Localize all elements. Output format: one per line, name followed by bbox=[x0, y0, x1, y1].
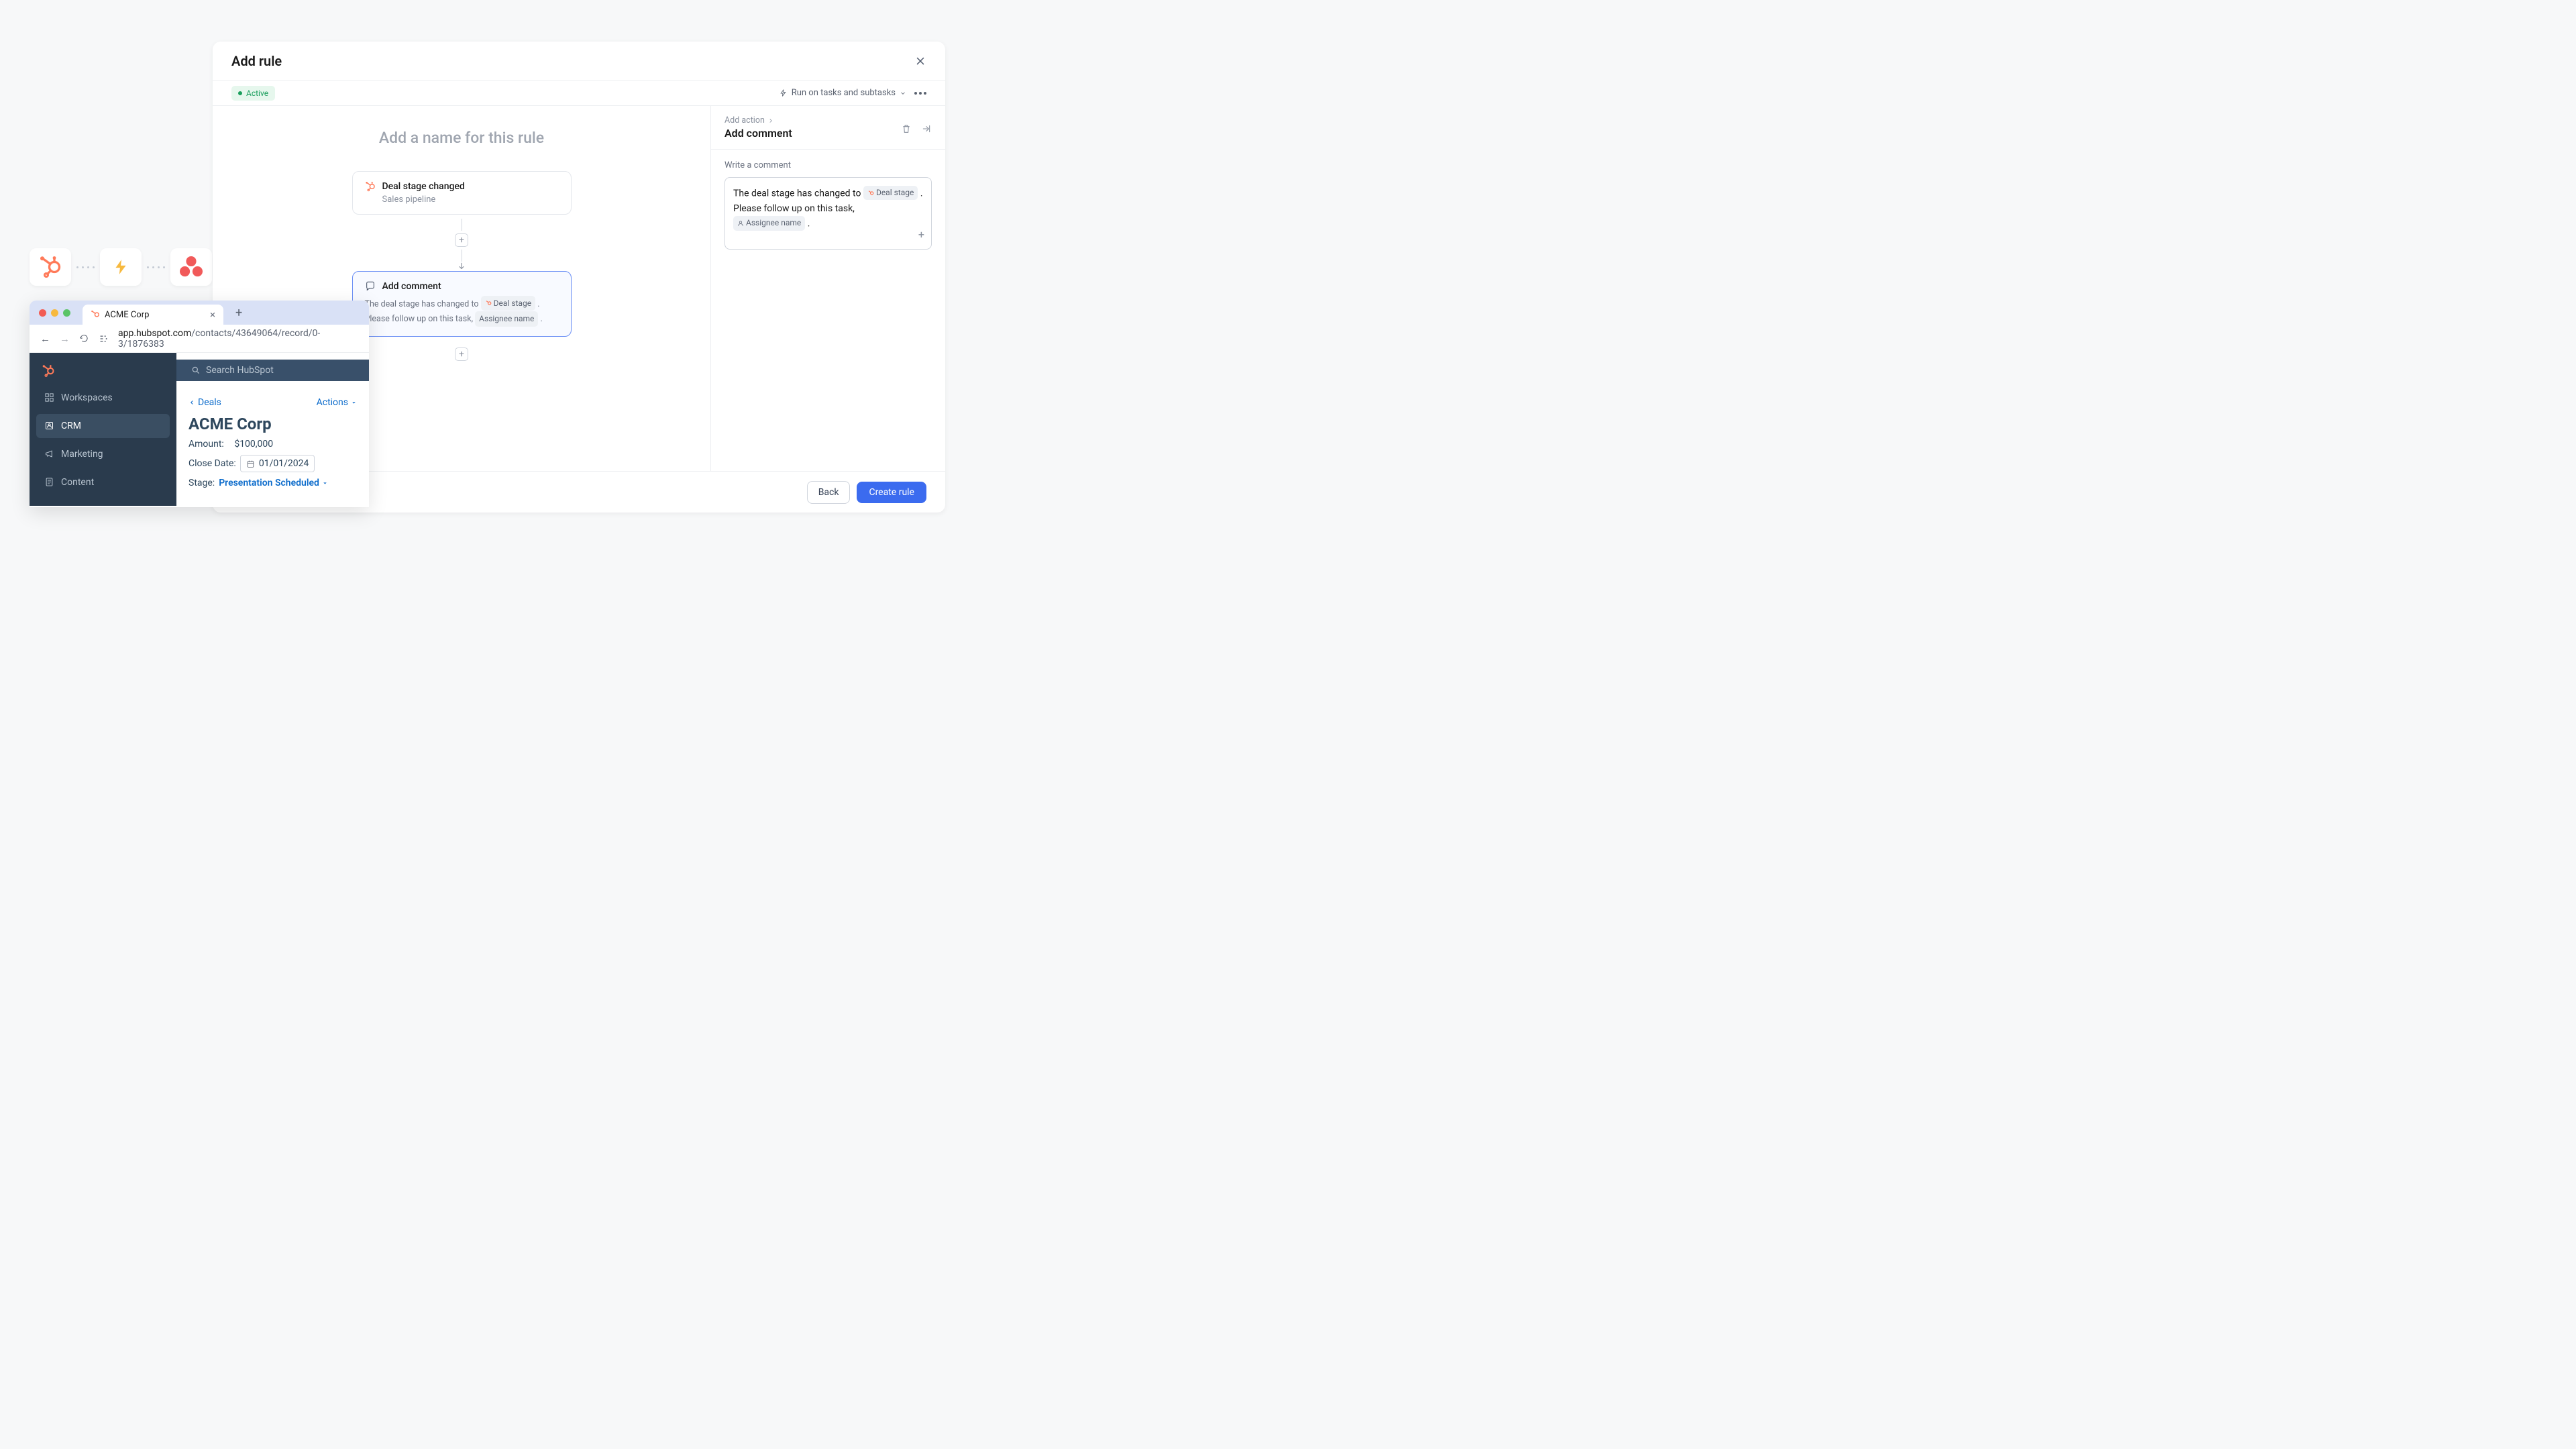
lightning-icon bbox=[112, 258, 129, 276]
assignee-token: Assignee name bbox=[475, 311, 538, 326]
close-button[interactable] bbox=[914, 54, 926, 68]
insert-token-button[interactable]: + bbox=[918, 226, 924, 244]
minimize-window-icon[interactable] bbox=[51, 309, 58, 317]
sidebar-body: Write a comment The deal stage has chang… bbox=[711, 150, 945, 260]
chevron-down-icon bbox=[900, 90, 906, 97]
trigger-title: Deal stage changed bbox=[382, 181, 465, 192]
person-icon bbox=[737, 220, 744, 227]
status-text: Active bbox=[246, 89, 268, 98]
status-dot bbox=[238, 91, 242, 95]
hubspot-icon bbox=[365, 181, 376, 192]
run-scope-label: Run on tasks and subtasks bbox=[792, 88, 896, 98]
search-wrapper: Search HubSpot bbox=[176, 360, 369, 381]
hubspot-logo[interactable] bbox=[42, 364, 170, 378]
separator-dots bbox=[76, 266, 95, 268]
hubspot-icon bbox=[38, 255, 62, 279]
close-date-field: Close Date: 01/01/2024 bbox=[189, 455, 357, 472]
trigger-card[interactable]: Deal stage changed Sales pipeline bbox=[352, 171, 572, 215]
run-scope-dropdown[interactable]: Run on tasks and subtasks bbox=[779, 88, 906, 98]
megaphone-icon bbox=[44, 449, 54, 459]
automation-tile bbox=[100, 248, 142, 286]
hubspot-sidebar: Workspaces CRM Marketing Content bbox=[30, 353, 176, 506]
forward-button[interactable]: → bbox=[60, 333, 70, 345]
asana-tile bbox=[170, 248, 212, 286]
integration-icon-row bbox=[30, 248, 212, 286]
arrow-down-icon bbox=[457, 262, 466, 271]
actions-dropdown[interactable]: Actions bbox=[317, 397, 357, 408]
deals-back-link[interactable]: Deals bbox=[189, 397, 221, 408]
tab-close-button[interactable]: × bbox=[210, 309, 215, 321]
sidebar-header: Add action Add comment bbox=[711, 106, 945, 150]
connector: + bbox=[213, 219, 710, 271]
dialog-title: Add rule bbox=[231, 53, 282, 69]
sidebar-item-marketing[interactable]: Marketing bbox=[36, 442, 170, 466]
action-sidebar: Add action Add comment Write a comment T… bbox=[710, 106, 945, 471]
trigger-subtitle: Sales pipeline bbox=[382, 195, 559, 205]
lightning-icon bbox=[779, 89, 788, 97]
close-icon bbox=[914, 55, 926, 67]
comment-icon bbox=[365, 281, 376, 292]
back-button[interactable]: ← bbox=[40, 333, 50, 345]
separator-dots bbox=[147, 266, 165, 268]
create-rule-button[interactable]: Create rule bbox=[857, 482, 926, 503]
action-card[interactable]: Add comment The deal stage has changed t… bbox=[352, 271, 572, 337]
search-icon bbox=[191, 366, 201, 375]
address-bar: ← → app.hubspot.com/contacts/43649064/re… bbox=[30, 325, 369, 353]
hubspot-icon bbox=[42, 364, 55, 378]
hubspot-app: Workspaces CRM Marketing Content bbox=[30, 353, 369, 506]
dialog-header: Add rule bbox=[213, 42, 945, 80]
url-text[interactable]: app.hubspot.com/contacts/43649064/record… bbox=[118, 328, 358, 350]
date-picker[interactable]: 01/01/2024 bbox=[240, 455, 315, 472]
dialog-subheader: Active Run on tasks and subtasks bbox=[213, 80, 945, 106]
trash-icon[interactable] bbox=[901, 123, 912, 134]
add-step-button[interactable]: + bbox=[455, 233, 468, 247]
caret-down-icon bbox=[351, 400, 357, 406]
new-tab-button[interactable]: + bbox=[235, 306, 242, 320]
stage-dropdown[interactable]: Presentation Scheduled bbox=[219, 478, 328, 488]
amount-field: Amount: $100,000 bbox=[189, 439, 357, 449]
search-input[interactable]: Search HubSpot bbox=[183, 360, 362, 381]
sidebar-item-crm[interactable]: CRM bbox=[36, 414, 170, 438]
action-body: The deal stage has changed to Deal stage… bbox=[365, 296, 559, 327]
maximize-window-icon[interactable] bbox=[63, 309, 70, 317]
comment-input[interactable]: The deal stage has changed to Deal stage… bbox=[724, 177, 932, 250]
sidebar-item-workspaces[interactable]: Workspaces bbox=[36, 386, 170, 410]
sidebar-title: Add comment bbox=[724, 127, 792, 140]
action-title: Add comment bbox=[382, 281, 441, 292]
deal-title: ACME Corp bbox=[189, 415, 357, 433]
calendar-icon bbox=[246, 460, 255, 468]
back-button[interactable]: Back bbox=[807, 481, 851, 504]
hubspot-main: Search HubSpot Deals Actions ACME Corp bbox=[176, 353, 369, 506]
tab-title: ACME Corp bbox=[105, 310, 149, 320]
browser-window: ACME Corp × + ← → app.hubspot.com/contac… bbox=[30, 301, 369, 507]
rule-name-input[interactable]: Add a name for this rule bbox=[213, 129, 710, 147]
browser-tab-bar: ACME Corp × + bbox=[30, 301, 369, 325]
close-window-icon[interactable] bbox=[39, 309, 46, 317]
deal-stage-token[interactable]: Deal stage bbox=[863, 186, 918, 200]
more-menu[interactable] bbox=[914, 92, 926, 95]
chevron-left-icon bbox=[189, 399, 195, 406]
sidebar-item-content[interactable]: Content bbox=[36, 470, 170, 494]
assignee-token[interactable]: Assignee name bbox=[733, 216, 805, 230]
deal-stage-token: Deal stage bbox=[481, 296, 535, 311]
site-settings-icon[interactable] bbox=[99, 333, 109, 344]
add-step-button[interactable]: + bbox=[455, 347, 468, 361]
stage-field: Stage: Presentation Scheduled bbox=[189, 478, 357, 488]
grid-icon bbox=[44, 392, 54, 402]
document-icon bbox=[44, 477, 54, 487]
chevron-right-icon bbox=[767, 117, 774, 124]
collapse-icon[interactable] bbox=[921, 123, 932, 134]
asana-icon bbox=[178, 256, 204, 278]
comment-label: Write a comment bbox=[724, 160, 932, 170]
window-controls[interactable] bbox=[39, 309, 70, 317]
sidebar-breadcrumb[interactable]: Add action bbox=[724, 115, 792, 125]
contact-icon bbox=[44, 421, 54, 431]
hubspot-icon bbox=[91, 310, 100, 319]
caret-down-icon bbox=[322, 480, 328, 486]
status-badge[interactable]: Active bbox=[231, 86, 275, 101]
browser-tab[interactable]: ACME Corp × bbox=[83, 305, 223, 325]
reload-button[interactable] bbox=[79, 333, 89, 343]
hubspot-tile bbox=[30, 248, 71, 286]
